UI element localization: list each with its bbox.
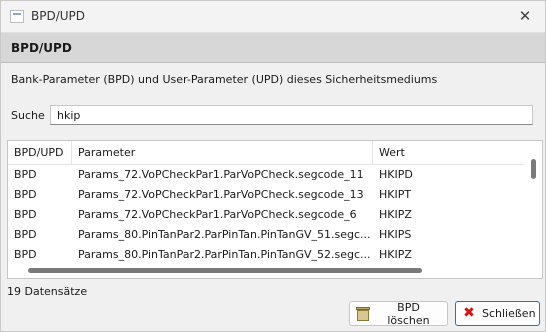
record-count: 19 Datensätze xyxy=(7,285,88,298)
cell-type: BPD xyxy=(14,208,37,221)
cell-value: HKIPT xyxy=(379,188,412,201)
column-header-wert[interactable]: Wert xyxy=(373,141,524,164)
table-row[interactable]: BPD Params_72.VoPCheckPar1.ParVoPCheck.s… xyxy=(8,205,524,225)
table-body: BPD Params_72.VoPCheckPar1.ParVoPCheck.s… xyxy=(8,165,524,265)
column-header-parameter[interactable]: Parameter xyxy=(72,141,373,164)
cell-parameter: Params_80.PinTanPar2.ParPinTan.PinTanGV_… xyxy=(78,228,371,241)
header-band: BPD/UPD xyxy=(1,33,545,63)
delete-bpd-label: BPD löschen xyxy=(387,300,430,327)
vertical-scroll-thumb[interactable] xyxy=(531,159,536,179)
app-window-icon xyxy=(10,10,24,23)
table-row[interactable]: BPD Params_72.VoPCheckPar1.ParVoPCheck.s… xyxy=(8,165,524,185)
column-header-bpd-upd[interactable]: BPD/UPD xyxy=(8,141,72,164)
delete-bpd-button[interactable]: BPD löschen xyxy=(349,300,448,327)
horizontal-scrollbar[interactable] xyxy=(8,261,542,278)
cell-value: HKIPD xyxy=(379,168,413,181)
cell-parameter: Params_72.VoPCheckPar1.ParVoPCheck.segco… xyxy=(78,188,364,201)
table-header: BPD/UPD Parameter Wert xyxy=(8,141,524,165)
cell-type: BPD xyxy=(14,228,37,241)
cell-type: BPD xyxy=(14,188,37,201)
red-x-icon: ✖ xyxy=(463,304,475,321)
table-row[interactable]: BPD Params_80.PinTanPar2.ParPinTan.PinTa… xyxy=(8,225,524,245)
search-input[interactable] xyxy=(50,105,533,125)
vertical-scrollbar[interactable] xyxy=(526,141,542,261)
dialog-heading: BPD/UPD xyxy=(11,40,72,55)
close-button[interactable]: ✖ Schließen xyxy=(455,301,540,326)
trash-icon xyxy=(355,306,371,322)
window-close-icon[interactable]: ✕ xyxy=(513,5,537,27)
title-bar: BPD/UPD ✕ xyxy=(1,1,545,33)
table-row[interactable]: BPD Params_72.VoPCheckPar1.ParVoPCheck.s… xyxy=(8,185,524,205)
search-label: Suche xyxy=(11,109,45,122)
cell-parameter: Params_72.VoPCheckPar1.ParVoPCheck.segco… xyxy=(78,208,357,221)
cell-value: HKIPZ xyxy=(379,208,412,221)
horizontal-scroll-thumb[interactable] xyxy=(28,268,422,273)
window-title: BPD/UPD xyxy=(31,9,86,23)
parameter-table: BPD/UPD Parameter Wert BPD Params_72.VoP… xyxy=(7,140,543,279)
cell-value: HKIPS xyxy=(379,228,412,241)
cell-parameter: Params_72.VoPCheckPar1.ParVoPCheck.segco… xyxy=(78,168,364,181)
cell-type: BPD xyxy=(14,168,37,181)
description-text: Bank-Parameter (BPD) und User-Parameter … xyxy=(11,73,438,86)
close-label: Schließen xyxy=(482,307,536,320)
dialog-window: BPD/UPD ✕ BPD/UPD Bank-Parameter (BPD) u… xyxy=(0,0,546,332)
